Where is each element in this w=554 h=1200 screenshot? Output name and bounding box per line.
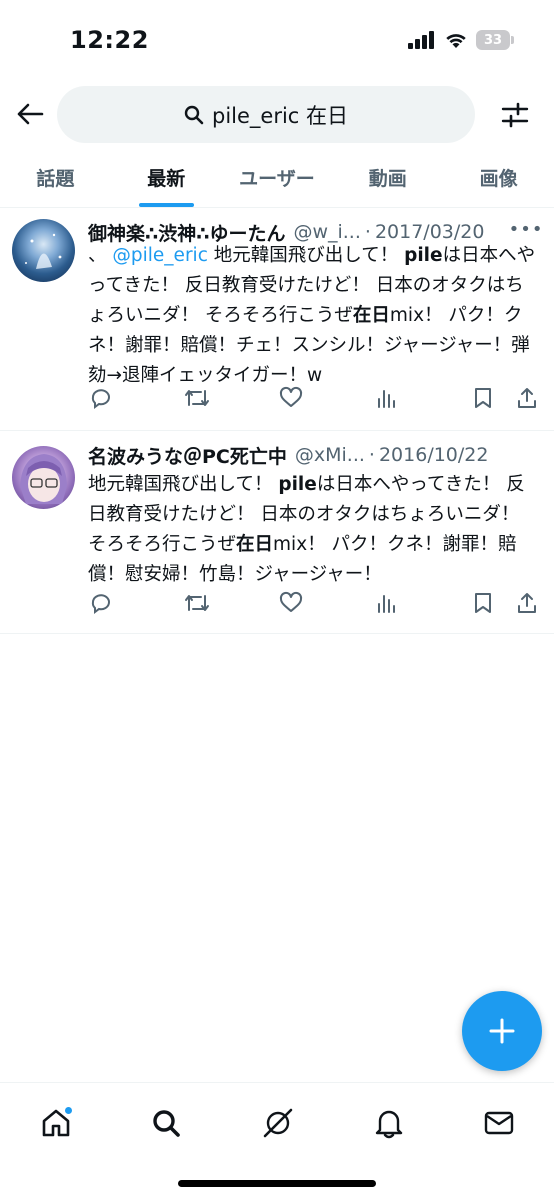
nav-search[interactable] <box>146 1103 186 1143</box>
like-icon <box>279 386 303 407</box>
tab-videos[interactable]: 動画 <box>332 148 443 207</box>
sliders-icon <box>501 102 529 128</box>
like-button[interactable] <box>276 588 306 618</box>
retweet-icon <box>185 390 209 406</box>
views-button[interactable] <box>372 588 402 618</box>
search-input[interactable]: pile_eric 在日 <box>57 86 475 143</box>
user-handle[interactable]: @w_i... <box>293 221 360 243</box>
reply-icon <box>91 389 110 409</box>
tweet-actions <box>86 383 542 417</box>
back-button[interactable] <box>14 98 46 130</box>
views-button[interactable] <box>372 383 402 413</box>
tweet-text: 地元韓国飛び出して！ pileは日本へやってきた！ 反日教育受けたけど！ 日本の… <box>88 474 525 585</box>
nav-notifications[interactable] <box>369 1103 409 1143</box>
search-icon <box>153 1110 180 1137</box>
home-indicator[interactable] <box>178 1180 376 1187</box>
views-icon <box>378 390 395 408</box>
avatar-image <box>25 233 62 269</box>
bookmark-icon <box>475 388 491 408</box>
search-settings-button[interactable] <box>500 100 530 130</box>
nav-home[interactable] <box>36 1103 76 1143</box>
avatar-image <box>20 454 67 504</box>
tweet-actions <box>86 588 542 622</box>
messages-icon <box>484 1111 514 1135</box>
like-icon <box>279 591 303 612</box>
grok-icon <box>263 1108 293 1138</box>
status-time: 12:22 <box>70 26 149 54</box>
separator-dot: · <box>368 444 375 466</box>
bookmark-button[interactable] <box>468 588 498 618</box>
notifications-icon <box>375 1110 403 1139</box>
signal-icon <box>408 31 434 49</box>
retweet-button[interactable] <box>182 383 212 413</box>
tab-latest[interactable]: 最新 <box>111 148 222 207</box>
retweet-icon <box>185 595 209 611</box>
tab-top[interactable]: 話題 <box>0 148 111 207</box>
home-notification-dot <box>64 1106 73 1115</box>
share-icon <box>518 388 536 408</box>
retweet-button[interactable] <box>182 588 212 618</box>
bookmark-icon <box>475 593 491 613</box>
search-query: pile_eric 在日 <box>211 103 349 128</box>
display-name[interactable]: 名波みうな＠PC死亡中 <box>88 442 287 469</box>
battery-icon: 33 <box>476 30 514 50</box>
reply-icon <box>91 594 110 614</box>
reply-button[interactable] <box>86 588 116 618</box>
compose-button[interactable] <box>462 991 542 1071</box>
views-icon <box>378 595 395 613</box>
share-icon <box>518 593 536 613</box>
tweet[interactable]: 名波みうな＠PC死亡中 @xMi... · 2016/10/22 地元韓国飛び出… <box>0 432 554 634</box>
tweet-text: 、 @pile_eric 地元韓国飛び出して！ pileは日本へやってきた！ 反… <box>88 245 536 386</box>
status-icons: 33 <box>408 30 514 50</box>
search-tabs: 話題 最新 ユーザー 動画 画像 <box>0 148 554 208</box>
reply-button[interactable] <box>86 383 116 413</box>
more-options-button[interactable]: ••• <box>509 217 543 241</box>
tab-people[interactable]: ユーザー <box>222 148 333 207</box>
tab-images[interactable]: 画像 <box>443 148 554 207</box>
tweet-header: 名波みうな＠PC死亡中 @xMi... · 2016/10/22 <box>88 440 540 470</box>
avatar[interactable] <box>12 219 75 282</box>
user-handle[interactable]: @xMi... <box>295 444 365 466</box>
avatar[interactable] <box>12 446 75 509</box>
bookmark-button[interactable] <box>468 383 498 413</box>
back-arrow-icon <box>17 103 44 125</box>
tweet-date[interactable]: 2017/03/20 <box>375 221 485 243</box>
status-bar: 12:22 33 <box>0 0 554 80</box>
separator-dot: · <box>364 221 371 243</box>
search-header: pile_eric 在日 <box>0 86 554 144</box>
tweet-date[interactable]: 2016/10/22 <box>379 444 489 466</box>
tweet[interactable]: 御神楽∴渋神∴ゆーたん @w_i... · 2017/03/20 ••• 、 @… <box>0 209 554 431</box>
share-button[interactable] <box>512 588 542 618</box>
plus-icon <box>489 1018 515 1044</box>
share-button[interactable] <box>512 383 542 413</box>
search-icon <box>184 105 204 124</box>
like-button[interactable] <box>276 383 306 413</box>
wifi-icon <box>446 34 466 48</box>
mention-link[interactable]: @pile_eric <box>112 245 207 266</box>
nav-messages[interactable] <box>479 1103 519 1143</box>
nav-grok[interactable] <box>258 1103 298 1143</box>
